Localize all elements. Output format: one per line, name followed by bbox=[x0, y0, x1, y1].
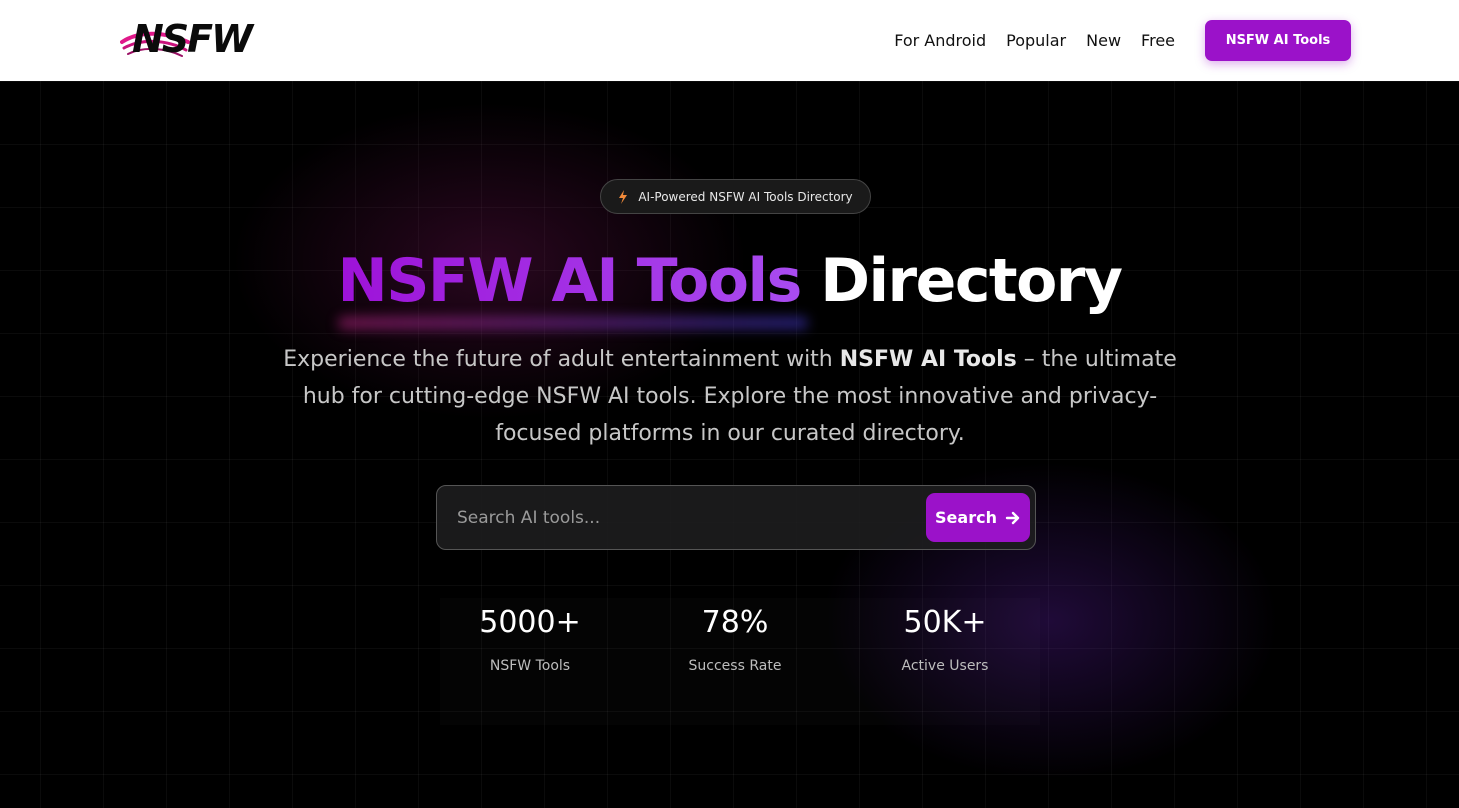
hero-description: Experience the future of adult entertain… bbox=[280, 341, 1180, 452]
search-button-label: Search bbox=[935, 508, 997, 527]
nav-link-free[interactable]: Free bbox=[1141, 31, 1175, 50]
stat-active-users: 50K+ Active Users bbox=[855, 598, 1035, 678]
stat-label: Success Rate bbox=[688, 658, 782, 674]
page-title: NSFW AI Tools Directory bbox=[0, 243, 1459, 319]
stat-label: Active Users bbox=[901, 658, 989, 674]
badge-text: AI-Powered NSFW AI Tools Directory bbox=[638, 189, 853, 204]
site-logo[interactable]: NSFW bbox=[120, 18, 265, 60]
description-bold: NSFW AI Tools bbox=[839, 347, 1017, 372]
stat-value: 5000+ bbox=[479, 605, 581, 640]
hero-section: AI-Powered NSFW AI Tools Directory NSFW … bbox=[0, 81, 1459, 808]
stat-value: 50K+ bbox=[903, 605, 987, 640]
stat-success-rate: 78% Success Rate bbox=[645, 598, 825, 678]
nav-link-for-android[interactable]: For Android bbox=[894, 31, 986, 50]
hero-badge: AI-Powered NSFW AI Tools Directory bbox=[600, 179, 871, 214]
search-button[interactable]: Search bbox=[926, 493, 1030, 542]
logo-text: NSFW bbox=[132, 17, 253, 61]
stat-nsfw-tools: 5000+ NSFW Tools bbox=[440, 598, 620, 678]
search-input[interactable] bbox=[457, 502, 917, 534]
nsfw-ai-tools-button[interactable]: NSFW AI Tools bbox=[1205, 20, 1351, 61]
stat-label: NSFW Tools bbox=[489, 658, 571, 674]
title-underline-glow bbox=[338, 317, 808, 329]
site-header: NSFW For Android Popular New Free NSFW A… bbox=[0, 0, 1459, 81]
title-accent: NSFW AI Tools bbox=[337, 246, 802, 316]
nav-link-popular[interactable]: Popular bbox=[1006, 31, 1066, 50]
description-before: Experience the future of adult entertain… bbox=[283, 347, 840, 372]
search-box: Search bbox=[436, 485, 1036, 550]
title-rest: Directory bbox=[820, 246, 1123, 316]
stat-value: 78% bbox=[701, 605, 769, 640]
lightning-bolt-icon bbox=[619, 189, 628, 204]
main-nav: For Android Popular New Free bbox=[894, 0, 1175, 81]
arrow-right-icon bbox=[1005, 511, 1020, 524]
nav-link-new[interactable]: New bbox=[1086, 31, 1121, 50]
stats-panel: 5000+ NSFW Tools 78% Success Rate 50K+ A… bbox=[440, 598, 1040, 725]
